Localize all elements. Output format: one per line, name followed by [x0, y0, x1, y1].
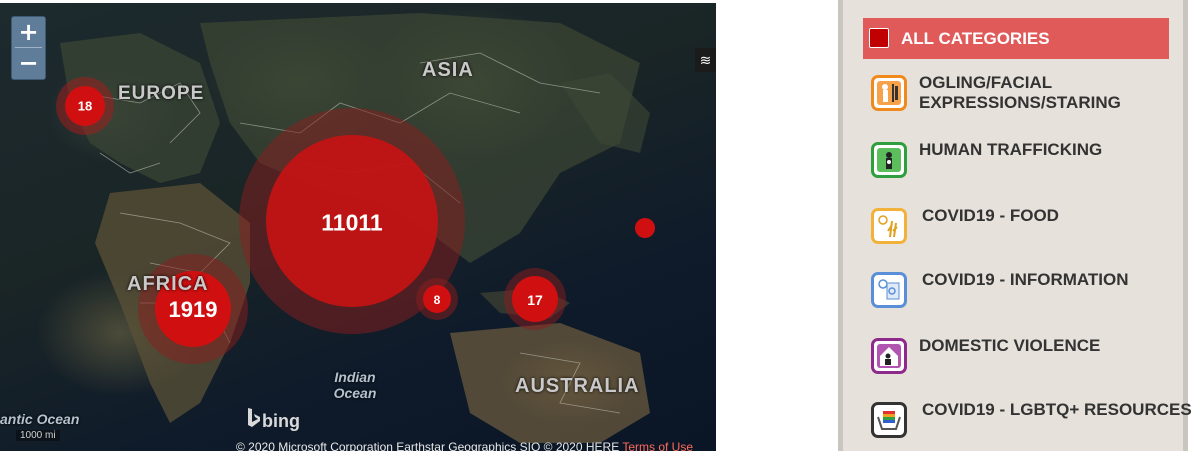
domestic-violence-icon [871, 338, 907, 374]
region-label-africa: AFRICA [127, 273, 209, 295]
zoom-in-button[interactable]: + [12, 17, 45, 47]
all-categories-item[interactable]: ALL CATEGORIES [863, 18, 1169, 59]
bing-logo-icon [248, 408, 260, 427]
ogling-icon [871, 75, 907, 111]
ocean-label-indian-line2: Ocean [333, 385, 377, 401]
cluster-count-indonesia: 17 [527, 292, 543, 308]
map-attribution: © 2020 Microsoft Corporation Earthstar G… [236, 440, 693, 451]
category-label: DOMESTIC VIOLENCE [919, 336, 1101, 355]
scale-bar: 1000 mi [16, 430, 60, 441]
map-view[interactable]: EUROPE ASIA AFRICA AUSTRALIA Indian Ocea… [0, 3, 716, 451]
layers-icon[interactable]: ≋ [695, 48, 716, 72]
terms-of-use-link[interactable]: Terms of Use [622, 440, 693, 451]
category-label: HUMAN TRAFFICKING [919, 140, 1103, 159]
cluster-count-africa: 1919 [168, 297, 218, 322]
human-trafficking-icon [871, 142, 907, 178]
category-label: COVID19 - INFORMATION [922, 270, 1129, 289]
lgbtq-resources-icon [871, 402, 907, 438]
copyright-text: © 2020 Microsoft Corporation Earthstar G… [236, 440, 620, 451]
bing-logo-text: bing [262, 411, 300, 431]
cluster-count-sea: 8 [433, 293, 441, 307]
ocean-label-indian-line1: Indian [334, 369, 376, 385]
region-label-australia: AUSTRALIA [515, 375, 640, 397]
covid-food-icon [871, 208, 907, 244]
ocean-label-atlantic: antic Ocean [0, 411, 80, 427]
region-label-europe: EUROPE [118, 83, 205, 104]
category-label: COVID19 - LGBTQ+ RESOURCES [922, 400, 1192, 419]
category-label: OGLING/FACIAL EXPRESSIONS/STARING [919, 73, 1121, 112]
single-marker[interactable] [635, 218, 655, 238]
checkbox-icon[interactable] [869, 28, 889, 48]
ocean-label-indian: Indian Ocean [325, 369, 385, 401]
zoom-control: + − [11, 16, 46, 80]
cluster-count-india: 11011 [321, 209, 383, 236]
all-categories-label: ALL CATEGORIES [901, 29, 1050, 48]
zoom-out-button[interactable]: − [12, 48, 45, 78]
category-panel: ALL CATEGORIES OGLING/FACIAL EXPRESSIONS… [838, 0, 1192, 451]
cluster-count-europe: 18 [77, 98, 93, 114]
category-label: COVID19 - FOOD [922, 206, 1059, 225]
region-label-asia: ASIA [422, 59, 474, 81]
covid-information-icon [871, 272, 907, 308]
